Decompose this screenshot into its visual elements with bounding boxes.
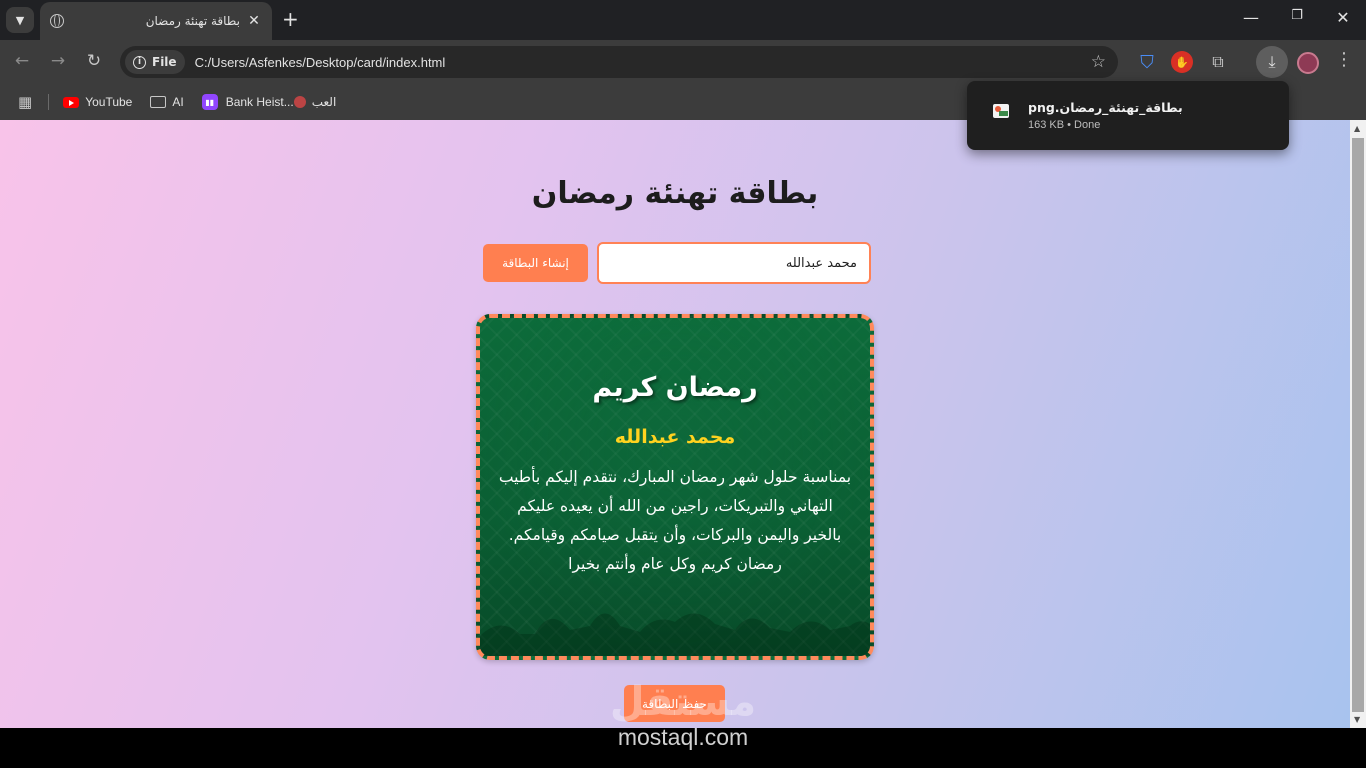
name-input[interactable] [597,242,871,284]
forward-icon[interactable]: → [46,51,70,71]
bookmark-ai-folder[interactable]: AI [150,95,184,109]
bookmark-label: Bank Heist... [225,95,294,109]
mosque-silhouette [480,613,870,656]
info-icon: i [133,55,146,69]
watermark-text: mostaql.com [617,724,749,750]
apps-grid-icon[interactable]: ▦ [18,93,32,111]
url-text[interactable]: C:/Users/Asfenkes/Desktop/card/index.htm… [195,55,1091,70]
extensions-puzzle-icon[interactable]: ⧉ [1207,51,1229,73]
active-tab[interactable]: بطاقة تهنئة رمضان ✕ [40,2,272,40]
download-filename[interactable]: png.بطاقة_تهنئة_رمضان [1028,100,1183,115]
bookmark-label: AI [172,95,184,109]
bookmark-game[interactable]: العب [293,95,337,109]
window-close-icon[interactable]: ✕ [1320,8,1366,27]
bookmark-bank-heist[interactable]: ▮▮ Bank Heist... [201,94,294,110]
scroll-up-icon[interactable]: ▲ [1354,124,1360,133]
game-icon [293,96,306,108]
twitch-icon: ▮▮ [201,94,218,110]
card-heading: رمضان كريم [592,372,758,403]
youtube-icon [63,96,80,108]
folder-icon [150,96,167,108]
page-title: بطاقة تهنئة رمضان [531,176,819,211]
watermark-logo: مستقل [609,679,757,725]
browser-toolbar: ← → ↻ i File C:/Users/Asfenkes/Desktop/c… [0,40,1366,84]
greeting-card: رمضان كريم محمد عبدالله بمناسبة حلول شهر… [476,314,874,660]
card-recipient-name: محمد عبدالله [614,426,736,448]
bookmark-label: العب [311,95,337,109]
download-status: 163 KB • Done [1028,119,1101,131]
menu-dots-icon[interactable]: ⋮ [1334,49,1354,70]
download-bubble[interactable]: png.بطاقة_تهنئة_رمضان 163 KB • Done [967,81,1289,150]
reload-icon[interactable]: ↻ [82,51,106,71]
profile-avatar[interactable] [1297,52,1319,74]
site-chip-label: File [152,55,177,69]
adblock-extension-icon[interactable]: ✋ [1171,51,1193,73]
restore-icon[interactable]: ❐ [1274,8,1320,23]
address-bar[interactable]: i File C:/Users/Asfenkes/Desktop/card/in… [120,46,1118,78]
bookmark-separator [48,94,50,110]
create-card-button[interactable]: إنشاء البطاقة [483,244,588,282]
bookmark-star-icon[interactable]: ☆ [1091,52,1106,72]
new-tab-icon[interactable]: + [282,8,299,30]
page-scrollbar[interactable]: ▲ ▼ [1350,120,1366,728]
minimize-icon[interactable]: — [1228,8,1274,27]
bookmark-youtube[interactable]: YouTube [63,95,132,109]
globe-icon [50,14,64,28]
scroll-thumb[interactable] [1352,138,1364,712]
tab-search-button[interactable]: ▼ [6,7,34,33]
chevron-down-icon: ▼ [15,13,25,27]
bookmark-label: YouTube [85,95,133,109]
card-message: بمناسبة حلول شهر رمضان المبارك، نتقدم إل… [498,468,852,573]
page-viewport: بطاقة تهنئة رمضان إنشاء البطاقة رمضان كر… [0,120,1350,728]
image-file-icon [993,104,1009,118]
tab-strip: ▼ بطاقة تهنئة رمضان ✕ + — ❐ ✕ [0,0,1366,40]
close-tab-icon[interactable]: ✕ [246,13,262,29]
download-icon[interactable]: ⤓ [1256,46,1288,78]
shield-extension-icon[interactable]: ⛉ [1136,51,1158,73]
tab-title: بطاقة تهنئة رمضان [145,14,240,28]
scroll-down-icon[interactable]: ▼ [1354,715,1360,724]
site-info-chip[interactable]: i File [125,50,185,74]
back-icon[interactable]: ← [10,51,34,71]
